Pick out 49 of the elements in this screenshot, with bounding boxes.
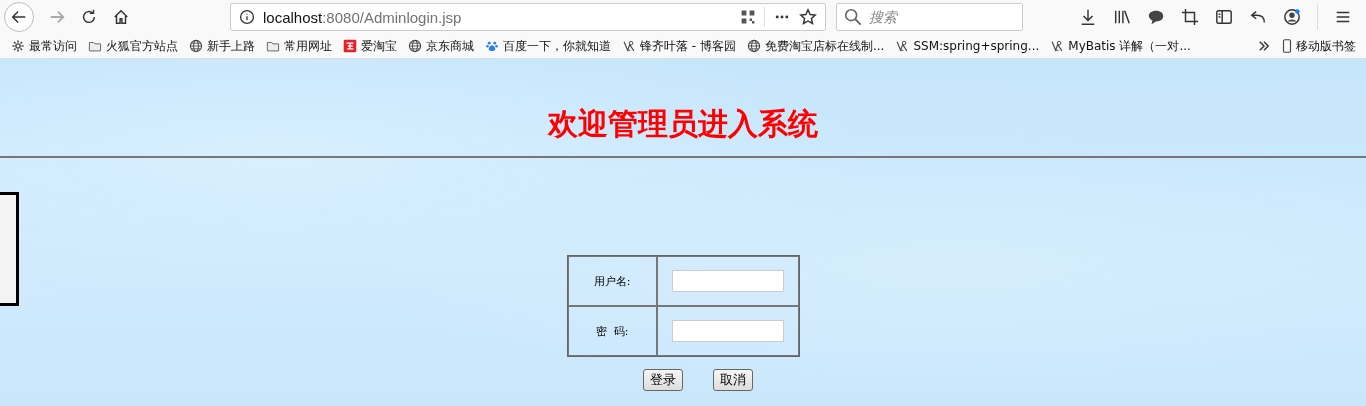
bookmark[interactable]: 最常访问 [11, 37, 77, 55]
reload-icon[interactable] [80, 8, 98, 26]
bookmark[interactable]: 京东商城 [408, 37, 474, 55]
field-label: 用户名: [593, 274, 631, 288]
star-icon[interactable] [799, 8, 817, 26]
globe-icon [746, 39, 761, 53]
chevron-icon[interactable] [1258, 40, 1270, 52]
field-label: 密 码: [595, 324, 629, 338]
folder-icon [266, 39, 280, 53]
library-icon[interactable] [1113, 8, 1131, 26]
cancel-button[interactable]: 取消 [713, 369, 753, 391]
input-field[interactable] [671, 320, 784, 342]
bookmark[interactable]: 锋齐叶落 - 博客园 [622, 37, 736, 55]
sidebar-icon[interactable] [1215, 8, 1233, 26]
qr-code-icon[interactable] [740, 9, 756, 25]
paw-icon [485, 39, 499, 53]
folder-icon [88, 39, 102, 53]
bookmark[interactable]: 百度一下，你就知道 [485, 37, 611, 55]
address-bar[interactable]: localhost:8080/Adminlogin.jsp [230, 3, 826, 31]
home-icon[interactable] [112, 8, 130, 26]
bookmark[interactable]: 新手上路 [189, 37, 255, 55]
bird-icon [895, 39, 910, 53]
info-icon[interactable] [239, 9, 255, 25]
download-icon[interactable] [1079, 8, 1097, 26]
bird-icon [1050, 39, 1065, 53]
bookmark[interactable]: 火狐官方站点 [88, 37, 178, 55]
search-icon [844, 8, 862, 26]
speech-bubble-icon[interactable] [1147, 8, 1165, 26]
back-button[interactable] [4, 2, 34, 32]
login-button[interactable]: 登录 [643, 369, 683, 391]
bird-icon [622, 39, 636, 53]
bookmark[interactable]: 爱淘宝 [343, 37, 397, 55]
bookmark[interactable]: MyBatis 详解（一对... [1050, 37, 1191, 55]
bookmark[interactable]: SSM:spring+spring... [895, 37, 1040, 55]
page-heading: 欢迎管理员进入系统 [546, 105, 819, 143]
bookmark[interactable]: 移动版书签 [1282, 37, 1356, 55]
bookmark[interactable]: 免费淘宝店标在线制... [746, 37, 885, 55]
globe-icon [189, 39, 203, 53]
globe-icon [408, 39, 422, 53]
back-arrow-icon [10, 8, 28, 26]
bookmark[interactable]: 常用网址 [266, 37, 332, 55]
account-icon[interactable] [1283, 8, 1301, 26]
phone-icon [1282, 39, 1292, 53]
shop-logo-icon [343, 39, 357, 53]
url-text: localhost:8080/Adminlogin.jsp [263, 8, 463, 26]
input-field[interactable] [671, 270, 784, 292]
crop-icon[interactable] [1181, 8, 1199, 26]
search-field[interactable]: 搜索 [836, 3, 1023, 31]
gear-icon [11, 39, 25, 53]
